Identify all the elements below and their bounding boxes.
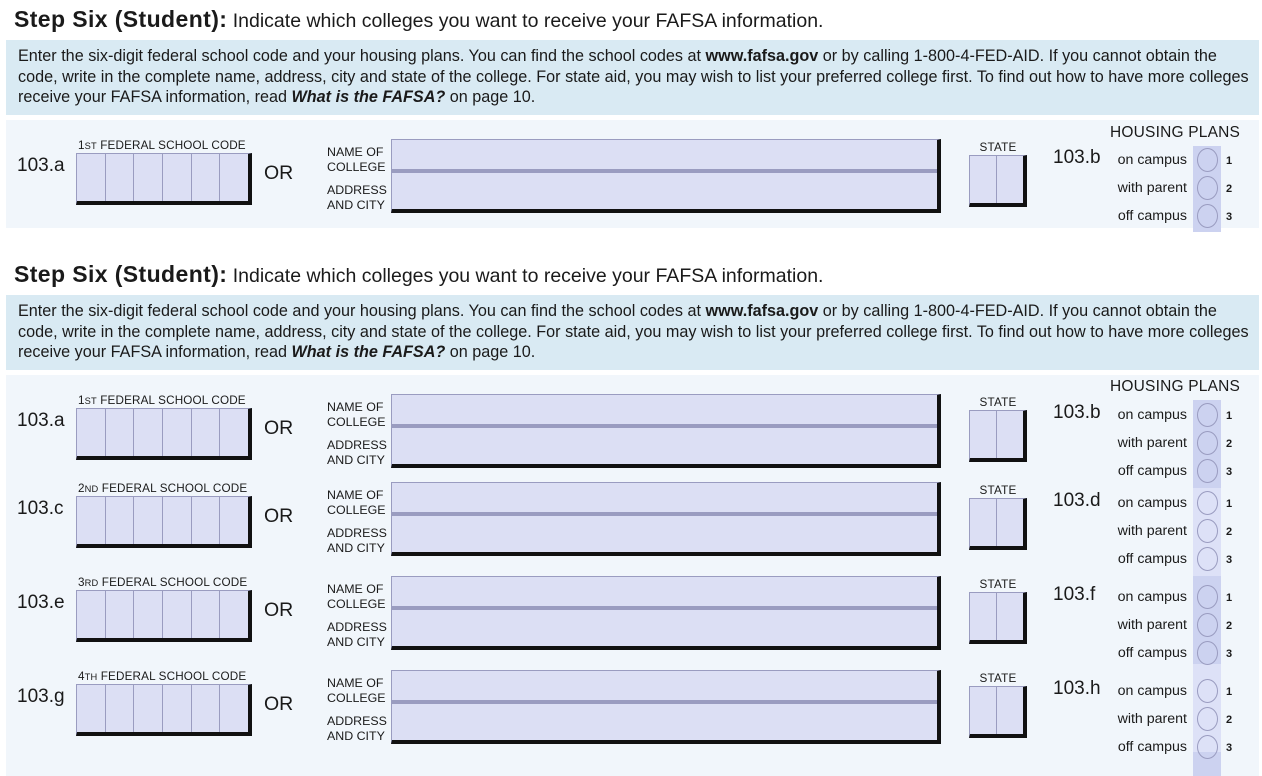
housing-radio-off-campus[interactable] [1197, 735, 1218, 759]
housing-option-number: 1 [1226, 155, 1233, 167]
housing-option-label: on campus [1117, 407, 1187, 423]
step-heading-rest: Indicate which colleges you want to rece… [227, 265, 824, 287]
instruction-part3: on page 10. [445, 343, 536, 361]
housing-option-number: 1 [1226, 498, 1233, 510]
housing-radio-on-campus[interactable] [1197, 679, 1218, 703]
housing-option-row: on campus 1 [6, 583, 1259, 611]
instruction-part3: on page 10. [445, 88, 536, 106]
college-row: 103.e 3RD FEDERAL SCHOOL CODE OR NAME OF… [6, 557, 1259, 665]
instruction-part1: Enter the six-digit federal school code … [18, 47, 706, 65]
college-row: 103.a 1ST FEDERAL SCHOOL CODE OR NAME OF… [6, 120, 1259, 228]
housing-option-label: on campus [1117, 495, 1187, 511]
housing-option-row: with parent 2 [6, 705, 1259, 733]
what-is-fafsa-reference: What is the FAFSA? [291, 88, 446, 106]
housing-option-number: 2 [1226, 183, 1233, 195]
housing-option-number: 1 [1226, 686, 1233, 698]
fafsa-website-link[interactable]: www.fafsa.gov [706, 47, 819, 65]
housing-option-number: 2 [1226, 526, 1233, 538]
housing-radio-with-parent[interactable] [1197, 613, 1218, 637]
housing-radio-with-parent[interactable] [1197, 431, 1218, 455]
housing-option-row: with parent 2 [6, 174, 1259, 202]
housing-option-label: with parent [1117, 180, 1187, 196]
instruction-part1: Enter the six-digit federal school code … [18, 302, 706, 320]
housing-option-label: off campus [1117, 739, 1187, 755]
housing-option-row: off campus 3 [6, 733, 1259, 761]
page-title: Step Six (Student): Indicate which colle… [0, 8, 823, 32]
step-heading-bold: Step Six (Student): [14, 261, 228, 287]
housing-option-number: 2 [1226, 620, 1233, 632]
housing-option-row: with parent 2 [6, 429, 1259, 457]
form-panel-two: HOUSING PLANS 103.a 1ST FEDERAL SCHOOL C… [6, 375, 1259, 776]
housing-option-row: on campus 1 [6, 401, 1259, 429]
housing-radio-on-campus[interactable] [1197, 585, 1218, 609]
college-row: 103.a 1ST FEDERAL SCHOOL CODE OR NAME OF… [6, 375, 1259, 483]
instruction-band-two: Enter the six-digit federal school code … [6, 295, 1259, 370]
instruction-band: Enter the six-digit federal school code … [6, 40, 1259, 115]
housing-radio-off-campus[interactable] [1197, 204, 1218, 228]
housing-option-label: with parent [1117, 435, 1187, 451]
housing-radio-on-campus[interactable] [1197, 403, 1218, 427]
housing-option-label: on campus [1117, 683, 1187, 699]
housing-radio-with-parent[interactable] [1197, 519, 1218, 543]
what-is-fafsa-reference: What is the FAFSA? [291, 343, 446, 361]
fafsa-step-six-page: Step Six (Student): Indicate which colle… [0, 0, 1262, 776]
housing-option-row: on campus 1 [6, 677, 1259, 705]
housing-option-number: 1 [1226, 410, 1233, 422]
housing-radio-on-campus[interactable] [1197, 148, 1218, 172]
housing-radio-on-campus[interactable] [1197, 491, 1218, 515]
college-row: 103.c 2ND FEDERAL SCHOOL CODE OR NAME OF… [6, 463, 1259, 571]
housing-option-number: 2 [1226, 714, 1233, 726]
housing-option-number: 1 [1226, 592, 1233, 604]
housing-option-label: on campus [1117, 589, 1187, 605]
housing-radio-with-parent[interactable] [1197, 176, 1218, 200]
housing-option-number: 3 [1226, 211, 1233, 223]
housing-option-row: on campus 1 [6, 489, 1259, 517]
housing-option-number: 3 [1226, 742, 1233, 754]
housing-radio-with-parent[interactable] [1197, 707, 1218, 731]
housing-option-label: with parent [1117, 523, 1187, 539]
housing-option-label: on campus [1117, 152, 1187, 168]
step-heading-rest: Indicate which colleges you want to rece… [227, 10, 824, 32]
housing-option-label: with parent [1117, 711, 1187, 727]
college-row: 103.g 4TH FEDERAL SCHOOL CODE OR NAME OF… [6, 651, 1259, 759]
housing-option-label: off campus [1117, 208, 1187, 224]
housing-option-row: on campus 1 [6, 146, 1259, 174]
fafsa-website-link[interactable]: www.fafsa.gov [706, 302, 819, 320]
step-heading-bold: Step Six (Student): [14, 6, 228, 32]
form-panel-one: HOUSING PLANS 103.a 1ST FEDERAL SCHOOL C… [6, 120, 1259, 232]
housing-option-row: with parent 2 [6, 517, 1259, 545]
page-title-two: Step Six (Student): Indicate which colle… [0, 263, 823, 287]
housing-option-label: with parent [1117, 617, 1187, 633]
housing-option-row: off campus 3 [6, 202, 1259, 230]
housing-option-number: 2 [1226, 438, 1233, 450]
housing-option-row: with parent 2 [6, 611, 1259, 639]
